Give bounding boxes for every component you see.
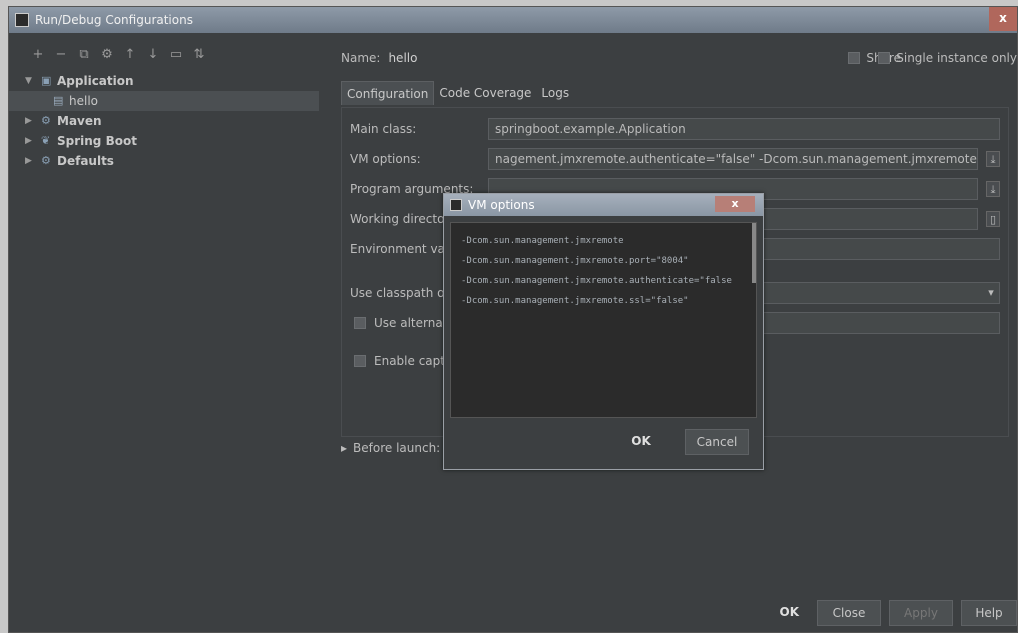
vm-options-dialog: VM options x -Dcom.sun.management.jmxrem… <box>443 193 764 470</box>
config-toolbar: + − ⧉ ⚙ ↑ ↓ ▭ ⇅ <box>31 47 206 62</box>
collapsed-arrow-icon[interactable]: ▸ <box>341 441 347 455</box>
move-down-icon[interactable]: ↓ <box>146 47 160 62</box>
move-up-icon[interactable]: ↑ <box>123 47 137 62</box>
vm-option-line: -Dcom.sun.management.jmxremote.port="800… <box>461 256 689 266</box>
collapsed-arrow-icon[interactable]: ▶ <box>25 151 41 171</box>
expanded-arrow-icon[interactable]: ▼ <box>25 71 41 91</box>
window-title: Run/Debug Configurations <box>35 13 193 27</box>
copy-config-icon[interactable]: ⧉ <box>77 47 91 62</box>
dialog-buttons: OK Close Apply Help <box>770 600 1017 626</box>
name-row: Name: hello <box>341 51 417 65</box>
defaults-icon: ⚙ <box>41 154 51 167</box>
maven-icon: ⚙ <box>41 114 51 127</box>
application-icon: ▣ <box>41 74 52 87</box>
vm-options-text-area[interactable]: -Dcom.sun.management.jmxremote -Dcom.sun… <box>450 222 757 418</box>
vm-options-close-button[interactable]: x <box>715 196 755 212</box>
title-bar: Run/Debug Configurations x <box>9 7 1017 33</box>
vertical-scrollbar[interactable] <box>752 223 756 283</box>
name-field[interactable]: hello <box>388 51 417 65</box>
tab-code-coverage[interactable]: Code Coverage <box>434 81 536 105</box>
application-config-icon: ▤ <box>53 94 64 107</box>
vm-options-cancel-button[interactable]: Cancel <box>685 429 749 455</box>
tree-item-label: Defaults <box>57 154 114 168</box>
tree-item-label: Application <box>57 74 134 88</box>
vm-options-field[interactable]: nagement.jmxremote.authenticate="false" … <box>488 148 978 170</box>
add-config-icon[interactable]: + <box>31 47 45 62</box>
working-directory-row: Working directory <box>350 207 456 231</box>
folder-icon[interactable]: ▭ <box>169 47 183 62</box>
vm-option-line: -Dcom.sun.management.jmxremote.authentic… <box>461 276 732 286</box>
tree-item-application[interactable]: ▼ ▣ Application <box>25 71 325 91</box>
vm-options-title-bar: VM options x <box>444 194 763 216</box>
main-class-field[interactable]: springboot.example.Application <box>488 118 1000 140</box>
window-close-button[interactable]: x <box>989 7 1017 31</box>
tab-configuration[interactable]: Configuration <box>341 81 435 105</box>
main-class-label: Main class: <box>350 122 417 136</box>
help-button[interactable]: Help <box>961 600 1017 626</box>
vm-option-line: -Dcom.sun.management.jmxremote.ssl="fals… <box>461 296 689 306</box>
collapsed-arrow-icon[interactable]: ▶ <box>25 111 41 131</box>
tree-item-maven[interactable]: ▶ ⚙ Maven <box>25 111 325 131</box>
use-alternative-checkbox[interactable] <box>354 317 366 329</box>
vm-options-ok-button[interactable]: OK <box>609 429 673 455</box>
enable-capture-checkbox[interactable] <box>354 355 366 367</box>
close-button[interactable]: Close <box>817 600 881 626</box>
app-icon <box>450 199 462 211</box>
working-directory-label: Working directory <box>350 212 457 226</box>
browse-folder-icon[interactable]: ▯ <box>986 211 1000 227</box>
vm-option-line: -Dcom.sun.management.jmxremote <box>461 236 624 246</box>
config-tabs: Configuration Code Coverage Logs <box>341 81 574 105</box>
apply-button[interactable]: Apply <box>889 600 953 626</box>
tree-item-spring-boot[interactable]: ▶ ❦ Spring Boot <box>25 131 325 151</box>
vm-options-label: VM options: <box>350 152 421 166</box>
vm-options-title: VM options <box>468 198 535 212</box>
tree-item-label: Maven <box>57 114 102 128</box>
expand-program-arguments-icon[interactable]: ⤓ <box>986 181 1000 197</box>
remove-config-icon[interactable]: − <box>54 47 68 62</box>
name-label: Name: <box>341 51 381 65</box>
tree-item-label: Spring Boot <box>57 134 137 148</box>
ok-button[interactable]: OK <box>770 600 810 626</box>
tree-item-hello[interactable]: ▤ hello <box>9 91 319 111</box>
enable-capture-row[interactable]: Enable captur <box>350 349 458 373</box>
config-tree: ▼ ▣ Application ▤ hello ▶ ⚙ Maven ▶ ❦ Sp… <box>9 71 325 171</box>
tree-item-label: hello <box>69 94 98 108</box>
collapsed-arrow-icon[interactable]: ▶ <box>25 131 41 151</box>
single-instance-label: Single instance only <box>896 51 1017 65</box>
app-icon <box>15 13 29 27</box>
use-alternative-row[interactable]: Use alternativ <box>350 311 458 335</box>
single-instance-option[interactable]: Single instance only <box>878 51 1017 65</box>
spring-boot-icon: ❦ <box>41 134 51 147</box>
tree-item-defaults[interactable]: ▶ ⚙ Defaults <box>25 151 325 171</box>
edit-defaults-icon[interactable]: ⚙ <box>100 47 114 62</box>
sort-icon[interactable]: ⇅ <box>192 47 206 62</box>
expand-vm-options-icon[interactable]: ⤓ <box>986 151 1000 167</box>
single-instance-checkbox[interactable] <box>878 52 891 64</box>
main-class-row: Main class: <box>350 117 416 141</box>
share-checkbox[interactable] <box>848 52 861 64</box>
vm-options-buttons: OK Cancel <box>609 429 749 455</box>
vm-options-row: VM options: <box>350 147 421 171</box>
tab-logs[interactable]: Logs <box>536 81 574 105</box>
chevron-down-icon[interactable]: ▾ <box>984 285 998 301</box>
